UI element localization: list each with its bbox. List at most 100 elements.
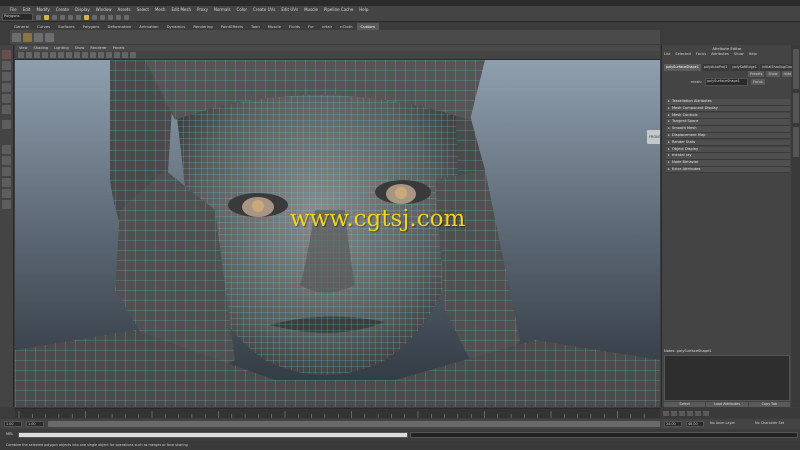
- menu-item-normals[interactable]: Normals: [214, 7, 231, 12]
- time-slider[interactable]: [15, 408, 660, 418]
- select-hierarchy-icon[interactable]: [60, 14, 65, 20]
- go-to-start-icon[interactable]: [663, 410, 669, 416]
- snap-point-icon[interactable]: [100, 14, 105, 20]
- open-scene-icon[interactable]: [44, 14, 49, 20]
- viewport-menu-show[interactable]: Show: [75, 46, 85, 50]
- section-render-stats[interactable]: ▸ Render Stats: [666, 139, 790, 147]
- ae-menu-show[interactable]: Show: [734, 52, 744, 56]
- step-forward-icon[interactable]: [695, 410, 701, 416]
- section-mesh-component-display[interactable]: ▸ Mesh Component Display: [666, 105, 790, 113]
- shelf-tab-surfaces[interactable]: Surfaces: [54, 23, 78, 30]
- viewport-menu-shading[interactable]: Shading: [34, 46, 49, 50]
- isolate-select-icon[interactable]: [130, 52, 136, 58]
- render-icon[interactable]: [108, 14, 113, 20]
- wireframe-on-shaded-icon[interactable]: [90, 52, 96, 58]
- ae-menu-attributes[interactable]: Attributes: [711, 52, 729, 56]
- playback-end-field[interactable]: 24.00: [664, 421, 682, 427]
- shelf-tab-ncloth[interactable]: nCloth: [336, 23, 356, 30]
- menu-item-create[interactable]: Create: [56, 7, 69, 12]
- lasso-tool-icon[interactable]: [2, 61, 11, 70]
- ae-menu-help[interactable]: Help: [749, 52, 757, 56]
- ae-button-copy-tab[interactable]: Copy Tab: [748, 402, 790, 407]
- attribute-editor-tab[interactable]: [793, 93, 799, 123]
- viewport-menu-panels[interactable]: Panels: [113, 46, 125, 50]
- grid-icon[interactable]: [50, 52, 56, 58]
- shelf-tab-curves[interactable]: Curves: [33, 23, 54, 30]
- last-tool-icon[interactable]: [2, 120, 11, 129]
- shelf-tab-fluids[interactable]: Fluids: [285, 23, 304, 30]
- animation-end-field[interactable]: 48.00: [686, 421, 704, 427]
- section-smooth-mesh[interactable]: ▸ Smooth Mesh: [666, 126, 790, 133]
- menu-item-select[interactable]: Select: [137, 7, 149, 12]
- shelf-tab-fur[interactable]: Fur: [304, 23, 318, 30]
- play-forward-icon[interactable]: [687, 410, 693, 416]
- layout-four-icon[interactable]: [2, 156, 11, 165]
- xray-icon[interactable]: [122, 52, 128, 58]
- range-slider-bar[interactable]: [48, 421, 660, 427]
- menu-item-mesh[interactable]: Mesh: [155, 7, 166, 12]
- shelf-tab-general[interactable]: General: [10, 23, 33, 30]
- command-input[interactable]: [18, 432, 408, 438]
- section-tangent-space[interactable]: ▸ Tangent Space: [666, 119, 790, 126]
- menu-item-pipeline-cache[interactable]: Pipeline Cache: [324, 7, 353, 12]
- select-object-icon[interactable]: [68, 14, 73, 20]
- view-cube[interactable]: FRONT: [647, 130, 660, 144]
- menu-item-help[interactable]: Help: [359, 7, 368, 12]
- wireframe-icon[interactable]: [74, 52, 80, 58]
- menu-item-muscle[interactable]: Muscle: [304, 7, 318, 12]
- rotate-tool-icon[interactable]: [2, 94, 11, 103]
- shelf-tab-muscle[interactable]: Muscle: [264, 23, 285, 30]
- section-mental-ray[interactable]: ▸ mental ray: [666, 153, 790, 160]
- menu-item-edit[interactable]: Edit: [23, 7, 31, 12]
- playback-start-field[interactable]: 1.00: [26, 421, 44, 427]
- textured-icon[interactable]: [98, 52, 104, 58]
- mesh-name-field[interactable]: polySurfaceShape1: [705, 78, 748, 86]
- viewport-menu-lighting[interactable]: Lighting: [54, 46, 69, 50]
- ae-button-load-attributes[interactable]: Load Attributes: [706, 402, 748, 407]
- shelf-tool-icon[interactable]: [12, 32, 21, 42]
- shelf-tool-icon[interactable]: [34, 32, 43, 42]
- section-tessellation-attributes[interactable]: ▸ Tessellation Attributes: [666, 99, 790, 106]
- film-gate-icon[interactable]: [58, 52, 64, 58]
- mel-label[interactable]: MEL: [6, 432, 13, 436]
- ae-tab-polysurfaceshape1[interactable]: polySurfaceShape1: [664, 64, 701, 71]
- paint-select-icon[interactable]: [2, 72, 11, 81]
- section-node-behavior[interactable]: ▸ Node Behavior: [666, 160, 790, 167]
- section-extra-attributes[interactable]: ▸ Extra Attributes: [666, 166, 790, 174]
- shelf-tab-nhair[interactable]: nHair: [318, 23, 336, 30]
- channel-box-tab[interactable]: [793, 49, 799, 89]
- ae-menu-focus[interactable]: Focus: [696, 52, 706, 56]
- shelf-tab-polygons[interactable]: Polygons: [79, 23, 104, 30]
- notes-textarea[interactable]: [664, 355, 790, 401]
- anim-layer-dropdown[interactable]: No Anim Layer: [710, 421, 750, 425]
- layout-outliner-icon[interactable]: [2, 178, 11, 187]
- menu-item-assets[interactable]: Assets: [118, 7, 131, 12]
- menu-item-file[interactable]: File: [10, 7, 17, 12]
- animation-start-field[interactable]: 1.00: [4, 421, 22, 427]
- ae-tab-polyautoproj1[interactable]: polyAutoProj1: [701, 64, 730, 71]
- camera-icon[interactable]: [18, 52, 24, 58]
- shelf-tab-painteffects[interactable]: PaintEffects: [217, 23, 247, 30]
- menu-item-display[interactable]: Display: [75, 7, 90, 12]
- save-scene-icon[interactable]: [52, 14, 57, 20]
- step-back-icon[interactable]: [671, 410, 677, 416]
- layout-single-icon[interactable]: [2, 145, 11, 154]
- presets-button[interactable]: Presets: [748, 71, 765, 77]
- resolution-gate-icon[interactable]: [66, 52, 72, 58]
- menu-item-create-uvs[interactable]: Create UVs: [253, 7, 275, 12]
- select-tool-icon[interactable]: [2, 50, 11, 59]
- select-component-icon[interactable]: [76, 14, 81, 20]
- show-button[interactable]: Show: [766, 71, 780, 77]
- shelf-tab-custom[interactable]: Custom: [356, 23, 380, 30]
- viewport-menu-view[interactable]: View: [19, 46, 28, 50]
- shelf-tab-rendering[interactable]: Rendering: [189, 23, 216, 30]
- shelf-tab-dynamics[interactable]: Dynamics: [163, 23, 190, 30]
- menu-item-edit-mesh[interactable]: Edit Mesh: [171, 7, 191, 12]
- menu-item-edit-uvs[interactable]: Edit UVs: [281, 7, 298, 12]
- bookmark-icon[interactable]: [34, 52, 40, 58]
- ae-menu-selected[interactable]: Selected: [675, 52, 691, 56]
- snap-curve-icon[interactable]: [92, 14, 97, 20]
- smooth-shade-icon[interactable]: [82, 52, 88, 58]
- section-mesh-controls[interactable]: ▸ Mesh Controls: [666, 112, 790, 120]
- menu-item-window[interactable]: Window: [96, 7, 112, 12]
